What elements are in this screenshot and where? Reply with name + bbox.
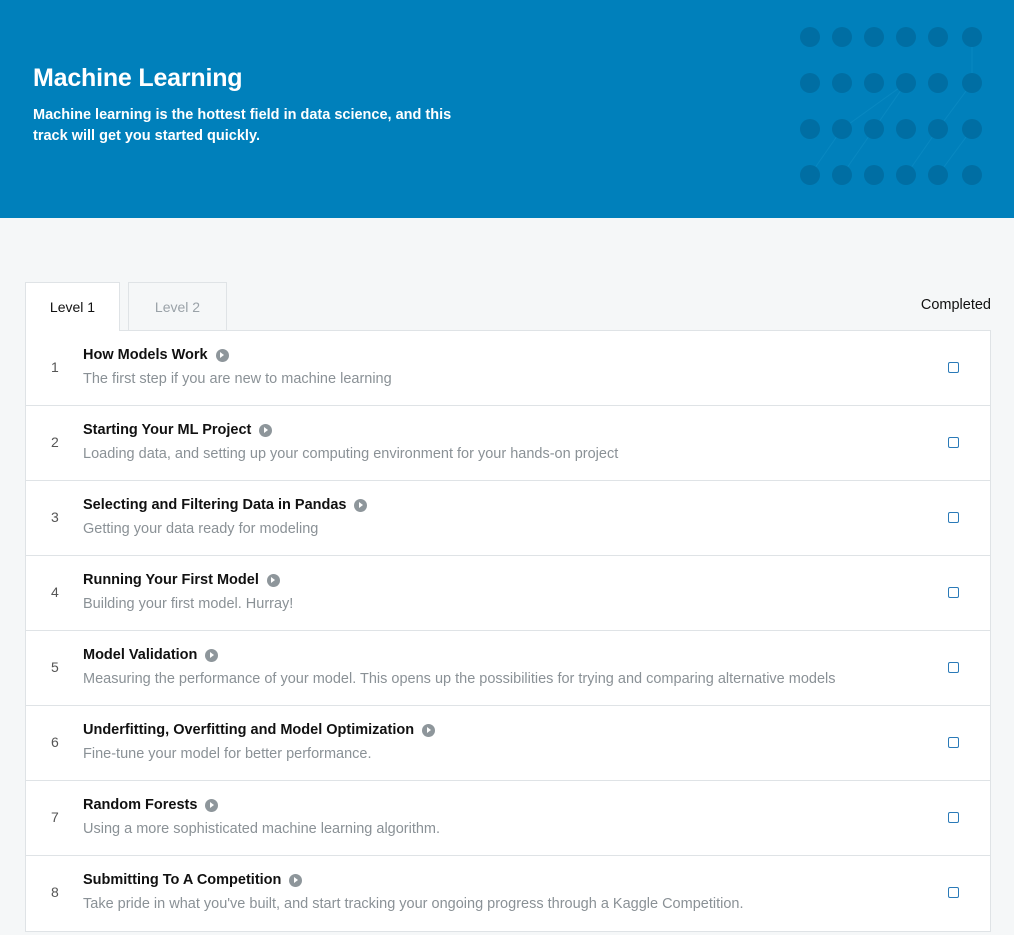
lesson-title-link[interactable]: Running Your First Model	[83, 572, 259, 588]
lesson-number: 2	[51, 434, 59, 450]
lesson-row[interactable]: 2 Starting Your ML Project Loading data,…	[26, 406, 990, 481]
lesson-number: 6	[51, 734, 59, 750]
play-arrow-icon	[259, 423, 273, 437]
lesson-description: Loading data, and setting up your comput…	[83, 446, 619, 462]
lesson-description: Building your first model. Hurray!	[83, 596, 294, 612]
decorative-dot	[864, 119, 884, 139]
decorative-dot	[962, 119, 982, 139]
completed-checkbox[interactable]	[948, 737, 959, 748]
lesson-title-link[interactable]: Selecting and Filtering Data in Pandas	[83, 497, 346, 513]
lesson-description: Using a more sophisticated machine learn…	[83, 821, 441, 837]
lesson-number: 7	[51, 809, 59, 825]
decorative-dot	[800, 27, 820, 47]
play-arrow-icon	[266, 573, 280, 587]
play-arrow-icon	[354, 498, 368, 512]
track-title: Machine Learning	[33, 64, 243, 92]
decorative-dot	[800, 73, 820, 93]
completed-checkbox[interactable]	[948, 662, 959, 673]
decorative-dot	[962, 27, 982, 47]
completed-checkbox[interactable]	[948, 887, 959, 898]
level-tabs: Level 1 Level 2 Completed	[25, 282, 991, 331]
decorative-dot	[864, 27, 884, 47]
decorative-dot	[962, 165, 982, 185]
lesson-row[interactable]: 4 Running Your First Model Building your…	[26, 556, 990, 631]
play-arrow-icon	[205, 798, 219, 812]
tab-level-1[interactable]: Level 1	[25, 282, 120, 331]
lesson-panel: Level 1 Level 2 Completed 1 How Models W…	[25, 282, 991, 932]
decorative-dot	[832, 119, 852, 139]
lesson-list: 1 How Models Work The first step if you …	[25, 330, 991, 932]
decorative-dot	[928, 165, 948, 185]
completed-checkbox[interactable]	[948, 362, 959, 373]
completed-checkbox[interactable]	[948, 812, 959, 823]
track-description: Machine learning is the hottest field in…	[33, 107, 452, 144]
decorative-dot	[928, 119, 948, 139]
play-arrow-icon	[422, 723, 436, 737]
lesson-title-link[interactable]: Underfitting, Overfitting and Model Opti…	[83, 722, 414, 738]
decorative-dot	[800, 165, 820, 185]
decorative-dot	[864, 165, 884, 185]
decorative-dot	[928, 27, 948, 47]
decorative-dot	[832, 73, 852, 93]
decorative-dot	[928, 73, 948, 93]
lesson-description: Fine-tune your model for better performa…	[83, 746, 372, 762]
lesson-title-link[interactable]: Random Forests	[83, 797, 197, 813]
lesson-row[interactable]: 6 Underfitting, Overfitting and Model Op…	[26, 706, 990, 781]
lesson-description: Getting your data ready for modeling	[83, 521, 319, 537]
completed-column-header: Completed	[920, 297, 991, 313]
lesson-number: 4	[51, 584, 59, 600]
network-dots-illustration	[800, 27, 982, 185]
decorative-dot	[896, 73, 916, 93]
lesson-number: 3	[51, 509, 59, 525]
decorative-dot	[896, 165, 916, 185]
play-arrow-icon	[205, 648, 219, 662]
decorative-dot	[864, 73, 884, 93]
lesson-title-link[interactable]: Model Validation	[83, 647, 197, 663]
lesson-title-link[interactable]: How Models Work	[83, 347, 208, 363]
lesson-row[interactable]: 5 Model Validation Measuring the perform…	[26, 631, 990, 706]
lesson-number: 8	[51, 884, 59, 900]
lesson-number: 1	[51, 359, 59, 375]
play-arrow-icon	[289, 873, 303, 887]
lesson-description: Measuring the performance of your model.…	[83, 671, 836, 687]
lesson-description: The first step if you are new to machine…	[83, 371, 392, 387]
track-header-banner: Machine Learning Machine learning is the…	[0, 0, 1014, 218]
lesson-title-link[interactable]: Submitting To A Competition	[83, 872, 281, 888]
lesson-title-link[interactable]: Starting Your ML Project	[83, 422, 251, 438]
decorative-dot	[832, 27, 852, 47]
lesson-row[interactable]: 8 Submitting To A Competition Take pride…	[26, 856, 990, 931]
decorative-dot	[962, 73, 982, 93]
completed-checkbox[interactable]	[948, 587, 959, 598]
play-arrow-icon	[215, 348, 229, 362]
tab-level-2[interactable]: Level 2	[128, 282, 227, 330]
lesson-number: 5	[51, 659, 59, 675]
lesson-row[interactable]: 3 Selecting and Filtering Data in Pandas…	[26, 481, 990, 556]
completed-checkbox[interactable]	[948, 512, 959, 523]
lesson-row[interactable]: 1 How Models Work The first step if you …	[26, 331, 990, 406]
decorative-dot	[832, 165, 852, 185]
decorative-dot	[896, 119, 916, 139]
decorative-dot	[800, 119, 820, 139]
completed-checkbox[interactable]	[948, 437, 959, 448]
decorative-dot	[896, 27, 916, 47]
lesson-row[interactable]: 7 Random Forests Using a more sophistica…	[26, 781, 990, 856]
lesson-description: Take pride in what you've built, and sta…	[83, 896, 744, 912]
